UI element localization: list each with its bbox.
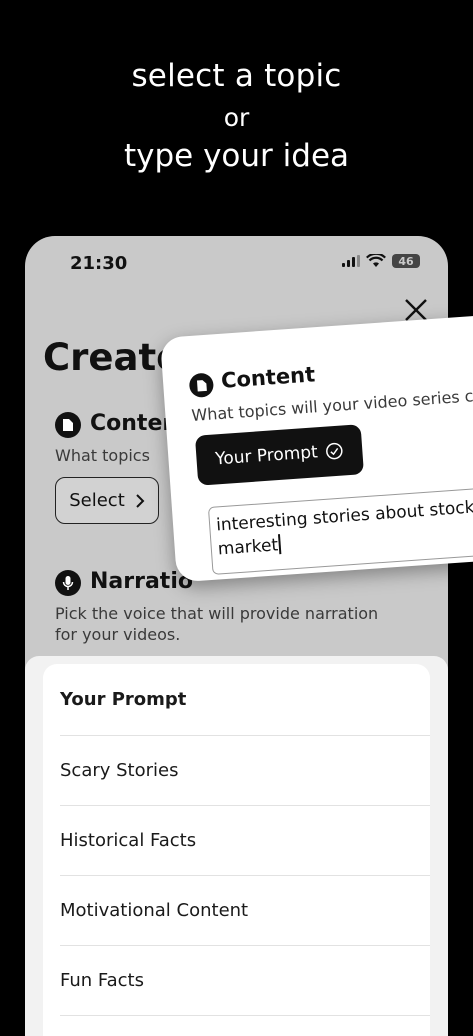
topic-option-historical-facts[interactable]: Historical Facts [60, 806, 430, 876]
content-popup-card: Content What topics will your video seri… [160, 312, 473, 583]
headline-line-1: select a topic [131, 58, 342, 94]
prompt-input-line-2: market [217, 535, 279, 560]
narration-section-title: Narratio [90, 569, 193, 594]
headline-line-3: type your idea [123, 138, 350, 174]
wifi-icon [366, 254, 386, 267]
narration-subtitle-line-2: for your videos. [55, 625, 181, 644]
check-circle-icon [326, 442, 343, 460]
topic-option-scary-stories[interactable]: Scary Stories [60, 736, 430, 806]
document-icon [188, 372, 215, 399]
topic-sheet: Your Prompt Scary Stories Historical Fac… [25, 656, 448, 1036]
select-button-label: Select [69, 490, 125, 511]
text-caret [278, 534, 282, 555]
chevron-right-icon [136, 493, 145, 508]
status-time: 21:30 [70, 253, 128, 274]
select-topic-button[interactable]: Select [55, 477, 159, 524]
document-icon [55, 412, 81, 438]
signal-icon [342, 255, 360, 267]
your-prompt-pill-label: Your Prompt [214, 442, 319, 470]
narration-subtitle-line-1: Pick the voice that will provide narrati… [55, 604, 379, 623]
microphone-icon [55, 570, 81, 596]
battery-icon: 46 [392, 254, 420, 268]
topic-option-your-prompt[interactable]: Your Prompt [60, 664, 430, 736]
content-section-subtitle: What topics [55, 446, 150, 465]
topic-option-motivational-content[interactable]: Motivational Content [60, 876, 430, 946]
topic-option-fun-facts[interactable]: Fun Facts [60, 946, 430, 1016]
your-prompt-pill[interactable]: Your Prompt [194, 424, 364, 486]
headline-line-2: or [223, 103, 250, 132]
popup-title: Content [220, 362, 316, 393]
prompt-input[interactable]: interesting stories about stock market [207, 486, 473, 575]
topic-list: Your Prompt Scary Stories Historical Fac… [43, 664, 430, 1036]
status-icons: 46 [342, 254, 420, 268]
